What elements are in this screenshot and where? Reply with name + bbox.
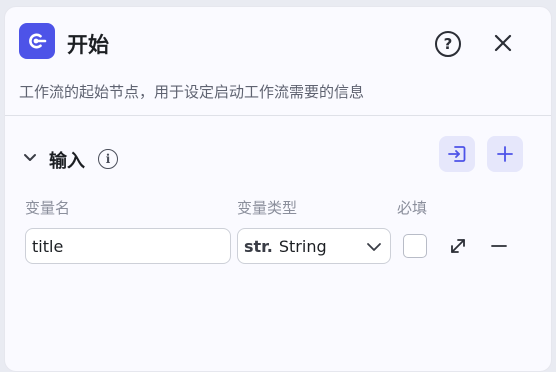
column-header-required: 必填 — [397, 199, 428, 217]
start-node-icon — [19, 23, 55, 59]
variable-type-select[interactable]: str. String — [237, 228, 391, 264]
node-description: 工作流的起始节点，用于设定启动工作流需要的信息 — [19, 83, 365, 101]
type-prefix-icon: str. — [244, 236, 273, 256]
variable-type-value: String — [278, 236, 327, 256]
collapse-chevron-icon[interactable] — [23, 150, 37, 164]
chevron-down-icon — [367, 243, 381, 251]
column-header-name: 变量名 — [25, 199, 71, 217]
start-node-panel: 开始 ? 工作流的起始节点，用于设定启动工作流需要的信息 输入 i 变量名 变量… — [4, 6, 552, 372]
column-header-type: 变量类型 — [237, 199, 298, 217]
required-checkbox[interactable] — [403, 234, 427, 258]
help-icon[interactable]: ? — [435, 31, 461, 57]
info-icon[interactable]: i — [98, 149, 118, 169]
import-icon — [448, 146, 466, 162]
plus-icon — [497, 146, 513, 162]
remove-icon[interactable] — [489, 236, 509, 256]
variable-row: str. String — [5, 228, 551, 264]
node-title: 开始 — [67, 33, 109, 57]
panel-header: 开始 ? 工作流的起始节点，用于设定启动工作流需要的信息 — [5, 7, 551, 117]
close-icon[interactable] — [491, 31, 515, 55]
import-button[interactable] — [439, 136, 475, 172]
input-section-title: 输入 — [49, 151, 85, 172]
add-variable-button[interactable] — [487, 136, 523, 172]
input-section: 输入 i 变量名 变量类型 必填 str. String — [5, 116, 551, 371]
variable-name-input[interactable] — [25, 228, 231, 264]
expand-icon[interactable] — [448, 236, 468, 256]
